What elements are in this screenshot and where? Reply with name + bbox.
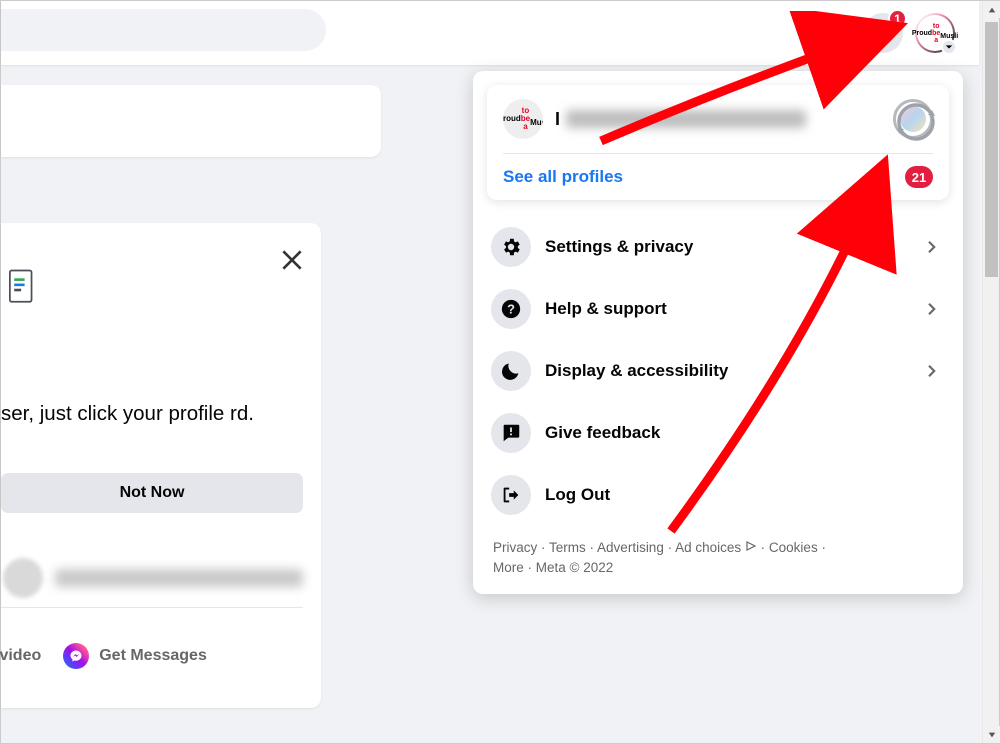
bottom-row: /video Get Messages [0, 643, 315, 669]
profile-avatar: Proudto be aMusl [503, 99, 543, 139]
adchoices-icon [745, 538, 757, 558]
messenger-icon [63, 643, 89, 669]
chevron-right-icon [919, 234, 945, 260]
video-label[interactable]: /video [0, 647, 41, 665]
account-menu: Settings & privacy ? Help & support Disp… [487, 216, 949, 526]
notifications-button[interactable]: 1 [863, 13, 903, 53]
see-all-profiles-link[interactable]: See all profiles [503, 167, 623, 187]
footer-ad-choices[interactable]: Ad choices [675, 540, 741, 555]
search-pill[interactable] [1, 9, 326, 51]
footer-terms[interactable]: Terms [549, 540, 586, 555]
footer-privacy[interactable]: Privacy [493, 540, 537, 555]
account-menu-panel: Proudto be aMusl I See all profiles 21 [473, 71, 963, 594]
document-icon [9, 269, 35, 305]
feedback-icon [491, 413, 531, 453]
menu-label: Display & accessibility [545, 361, 905, 381]
avatar [3, 558, 43, 598]
blurred-profile-row[interactable] [1, 558, 303, 608]
menu-help-support[interactable]: ? Help & support [487, 278, 949, 340]
account-avatar-button[interactable]: Proudto be aMusli [915, 13, 955, 53]
left-card-main [1, 223, 321, 708]
menu-label: Settings & privacy [545, 237, 905, 257]
moon-icon [491, 351, 531, 391]
refresh-ring-icon [893, 99, 939, 145]
browser-scrollbar[interactable] [982, 1, 999, 743]
chevron-down-icon [941, 39, 957, 55]
left-card-top [1, 85, 381, 157]
divider [503, 153, 933, 154]
get-messages-label: Get Messages [99, 647, 207, 665]
svg-text:?: ? [507, 302, 515, 317]
footer-links: Privacy Terms Advertising Ad choices Coo… [487, 534, 949, 584]
switch-profile-button[interactable] [893, 99, 933, 139]
menu-give-feedback[interactable]: Give feedback [487, 402, 949, 464]
chevron-right-icon [919, 296, 945, 322]
notification-badge: 1 [888, 9, 907, 28]
footer-meta: Meta © 2022 [536, 560, 614, 575]
messenger-button[interactable] [811, 13, 851, 53]
scroll-thumb[interactable] [985, 22, 998, 277]
profile-hint-text: ser, just click your profile rd. [1, 399, 266, 429]
help-icon: ? [491, 289, 531, 329]
chevron-right-icon [919, 358, 945, 384]
menu-log-out[interactable]: Log Out [487, 464, 949, 526]
menu-label: Give feedback [545, 423, 945, 443]
scroll-up-button[interactable] [983, 1, 1000, 18]
profile-name: I [555, 109, 881, 130]
logout-icon [491, 475, 531, 515]
close-button[interactable] [279, 247, 305, 278]
profile-card: Proudto be aMusl I See all profiles 21 [487, 85, 949, 200]
blurred-name [566, 110, 806, 128]
get-messages[interactable]: Get Messages [63, 643, 207, 669]
profiles-count-badge: 21 [905, 166, 933, 188]
top-bar: 1 Proudto be aMusli [1, 1, 979, 65]
profile-row[interactable]: Proudto be aMusl I [503, 99, 933, 139]
scroll-down-button[interactable] [983, 726, 1000, 743]
gear-icon [491, 227, 531, 267]
menu-display-accessibility[interactable]: Display & accessibility [487, 340, 949, 402]
menu-settings-privacy[interactable]: Settings & privacy [487, 216, 949, 278]
footer-more[interactable]: More [493, 560, 524, 575]
menu-label: Log Out [545, 485, 945, 505]
footer-cookies[interactable]: Cookies [769, 540, 818, 555]
menu-label: Help & support [545, 299, 905, 319]
not-now-button[interactable]: Not Now [1, 473, 303, 513]
blurred-text [55, 569, 303, 587]
footer-advertising[interactable]: Advertising [597, 540, 664, 555]
